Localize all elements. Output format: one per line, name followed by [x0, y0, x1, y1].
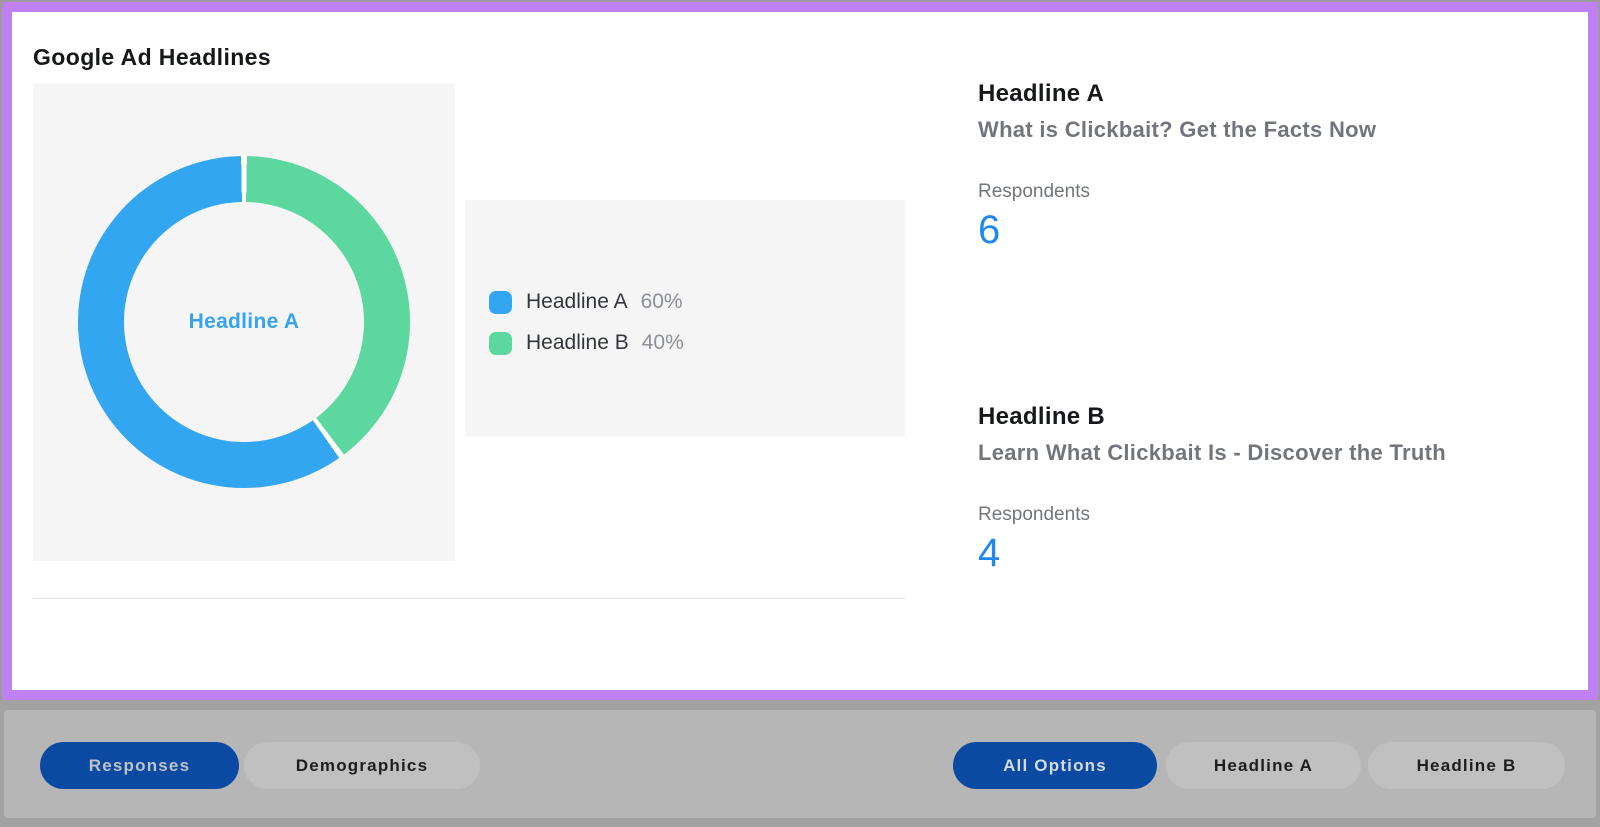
legend-label: Headline B: [526, 331, 629, 355]
legend-item-headline-b[interactable]: Headline B 40%: [489, 331, 905, 355]
legend-value: 60%: [641, 290, 683, 314]
divider: [33, 598, 905, 599]
respondents-value: 6: [978, 208, 1578, 252]
headline-a-subtitle: What is Clickbait? Get the Facts Now: [978, 116, 1578, 144]
donut-chart[interactable]: Headline A: [78, 156, 410, 488]
page-title: Google Ad Headlines: [33, 44, 271, 71]
filter-headline-a[interactable]: Headline A: [1166, 742, 1361, 789]
headline-b-swatch-icon: [489, 332, 512, 355]
donut-center-label: Headline A: [189, 310, 300, 334]
tab-demographics[interactable]: Demographics: [244, 742, 480, 789]
legend-label: Headline A: [526, 290, 628, 314]
donut-chart-panel: Headline A: [33, 83, 455, 561]
headline-a-detail-block: Headline A What is Clickbait? Get the Fa…: [978, 80, 1578, 252]
headline-b-subtitle: Learn What Clickbait Is - Discover the T…: [978, 439, 1578, 467]
respondents-label: Respondents: [978, 503, 1578, 527]
headline-b-detail-block: Headline B Learn What Clickbait Is - Dis…: [978, 403, 1578, 575]
donut-hole: Headline A: [124, 202, 364, 442]
filter-all-options[interactable]: All Options: [953, 742, 1157, 789]
screen: Google Ad Headlines Headline A Headline …: [0, 0, 1600, 827]
headline-b-title: Headline B: [978, 403, 1578, 431]
chart-legend: Headline A 60% Headline B 40%: [465, 200, 905, 437]
headline-a-swatch-icon: [489, 291, 512, 314]
filter-headline-b[interactable]: Headline B: [1368, 742, 1565, 789]
legend-item-headline-a[interactable]: Headline A 60%: [489, 290, 905, 314]
question-results-card[interactable]: Google Ad Headlines Headline A Headline …: [2, 2, 1598, 700]
respondents-value: 4: [978, 531, 1578, 575]
headline-a-title: Headline A: [978, 80, 1578, 108]
respondents-label: Respondents: [978, 180, 1578, 204]
tab-responses[interactable]: Responses: [40, 742, 239, 789]
bottom-toolbar: Responses Demographics All Options Headl…: [0, 700, 1600, 827]
legend-value: 40%: [642, 331, 684, 355]
